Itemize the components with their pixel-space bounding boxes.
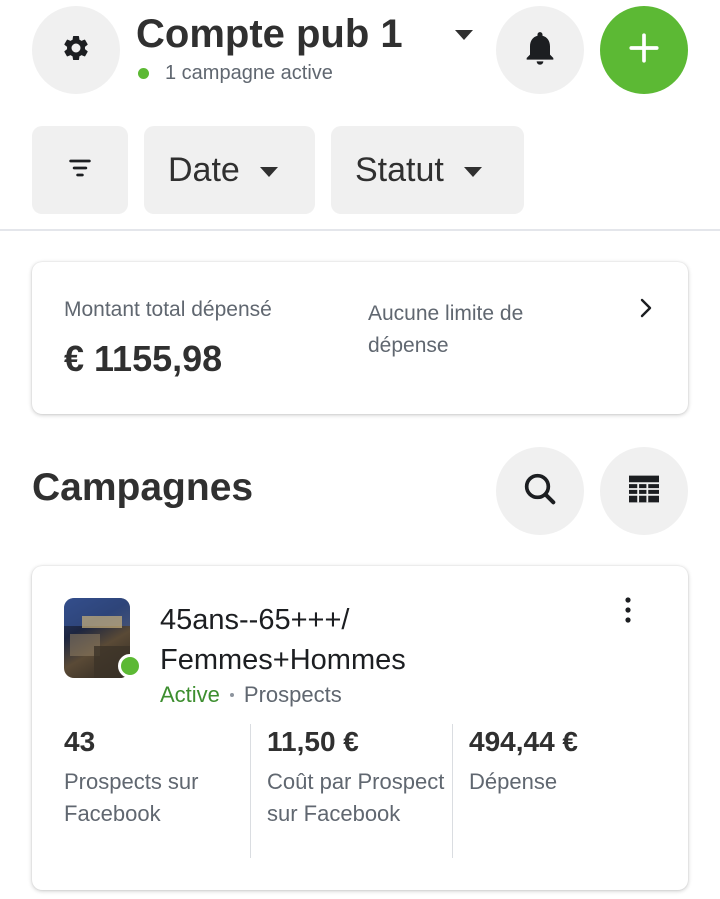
campaign-card[interactable]: 45ans--65+++/ Femmes+Hommes Active Prosp… [32,566,688,890]
gear-icon [61,33,91,68]
account-name[interactable]: Compte pub 1 [136,12,403,57]
filter-button[interactable] [32,126,128,214]
search-icon [520,469,560,514]
table-view-button[interactable] [600,447,688,535]
account-dropdown-icon[interactable] [455,30,473,40]
plus-icon [627,31,661,70]
date-filter-label: Date [168,150,240,189]
spend-limit-text: Aucune limite de dépense [368,302,524,357]
metric-divider [250,724,251,858]
metric-label: Dépense [469,769,558,794]
chevron-right-icon[interactable] [636,296,656,325]
campaigns-title: Campagnes [32,466,254,509]
bell-icon [520,28,560,73]
metric-spend: 494,44 € Dépense [469,726,659,798]
metric-cost-per-prospect: 11,50 € Coût par Prospect sur Facebook [267,726,457,830]
metric-value: 11,50 € [267,726,359,757]
campaign-active-dot [118,654,142,678]
total-spend-label: Montant total dépensé [64,298,272,321]
campaign-status-line: Active Prospects [160,682,342,708]
search-button[interactable] [496,447,584,535]
separator-dot [229,693,234,697]
table-icon [624,469,664,514]
spend-summary-card[interactable]: Montant total dépensé € 1155,98 Aucune l… [32,262,688,414]
create-button[interactable] [600,6,688,94]
campaign-name[interactable]: 45ans--65+++/ Femmes+Hommes [160,600,600,680]
account-status-text: 1 campagne active [165,62,333,84]
account-status: 1 campagne active [138,62,333,85]
campaign-objective: Prospects [243,682,342,707]
date-filter-dropdown[interactable]: Date [144,126,315,214]
settings-button[interactable] [32,6,120,94]
campaign-status: Active [160,682,220,707]
metric-value: 494,44 € [469,726,578,757]
metric-prospects: 43 Prospects sur Facebook [64,726,254,830]
chevron-down-icon [259,167,278,177]
metric-label: Prospects sur Facebook [64,769,199,826]
filter-icon [66,154,94,187]
header-divider [0,229,720,231]
metric-value: 43 [64,726,96,757]
status-filter-label: Statut [355,150,444,189]
metric-divider [452,724,453,858]
more-options-icon[interactable] [624,596,632,629]
chevron-down-icon [463,167,482,177]
total-spend-value: € 1155,98 [64,338,223,379]
notifications-button[interactable] [496,6,584,94]
metric-label: Coût par Prospect sur Facebook [267,769,445,826]
active-status-dot [138,68,149,79]
status-filter-dropdown[interactable]: Statut [331,126,524,214]
